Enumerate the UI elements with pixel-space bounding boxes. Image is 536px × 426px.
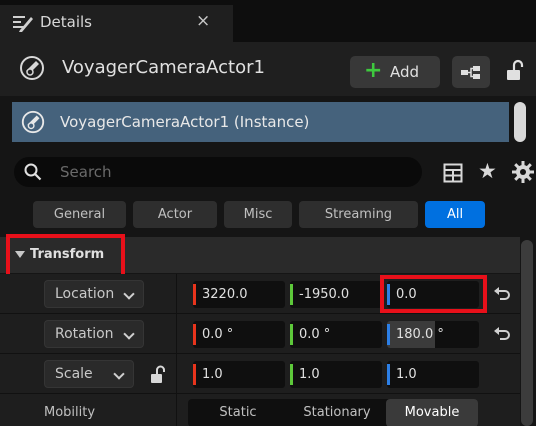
blueprint-button[interactable] — [452, 56, 490, 88]
chevron-down-icon — [123, 328, 135, 340]
location-y-field[interactable]: -1950.0 — [290, 281, 382, 308]
actor-header: VoyagerCameraActor1 + Add — [0, 42, 536, 96]
search-icon — [24, 163, 42, 181]
rotation-row: Rotation 0.0 ° 0.0 ° 180.0 ° — [0, 314, 520, 354]
scale-dropdown[interactable]: Scale — [44, 360, 134, 388]
mobility-movable[interactable]: Movable — [386, 399, 478, 426]
rotation-z-field[interactable]: 180.0 ° — [387, 321, 479, 348]
camera-actor-icon — [21, 110, 45, 134]
filter-misc[interactable]: Misc — [224, 201, 292, 228]
add-label: Add — [390, 63, 420, 81]
column-divider — [176, 354, 177, 394]
actor-name: VoyagerCameraActor1 — [62, 57, 265, 78]
reset-to-default-icon[interactable] — [492, 325, 512, 345]
tab-details[interactable]: Details × — [0, 5, 233, 42]
rotation-y-field[interactable]: 0.0 ° — [290, 321, 382, 348]
blueprint-hierarchy-icon — [461, 66, 480, 79]
component-list-scrollbar[interactable] — [514, 102, 526, 142]
add-component-button[interactable]: + Add — [350, 56, 440, 88]
filter-streaming[interactable]: Streaming — [299, 201, 418, 228]
reset-to-default-icon[interactable] — [492, 285, 512, 305]
filter-general[interactable]: General — [33, 201, 126, 228]
scale-y-field[interactable]: 1.0 — [290, 361, 382, 388]
plus-icon: + — [364, 58, 383, 83]
scale-z-field[interactable]: 1.0 — [387, 361, 479, 388]
component-name: VoyagerCameraActor1 (Instance) — [60, 113, 310, 131]
close-icon[interactable]: × — [196, 11, 210, 31]
location-x-field[interactable]: 3220.0 — [193, 281, 285, 308]
filter-all[interactable]: All — [425, 201, 485, 228]
search-placeholder: Search — [60, 163, 112, 181]
mobility-static[interactable]: Static — [188, 399, 288, 426]
details-icon — [13, 16, 33, 32]
filter-actor[interactable]: Actor — [133, 201, 217, 228]
camera-actor-icon — [20, 56, 44, 80]
unlock-icon[interactable] — [148, 364, 168, 386]
column-divider — [176, 314, 177, 354]
mobility-row: Mobility Static Stationary Movable — [0, 394, 520, 426]
mobility-label: Mobility — [44, 405, 96, 420]
chevron-down-icon — [113, 368, 125, 380]
rotation-dropdown[interactable]: Rotation — [44, 320, 144, 348]
rotation-x-field[interactable]: 0.0 ° — [193, 321, 285, 348]
location-dropdown[interactable]: Location — [44, 280, 144, 308]
gear-icon[interactable] — [511, 160, 535, 184]
column-divider — [176, 274, 177, 314]
column-divider — [176, 394, 177, 426]
tab-title: Details — [40, 13, 93, 31]
selected-component-row[interactable]: VoyagerCameraActor1 (Instance) — [12, 102, 509, 142]
tab-strip: Details × — [0, 0, 536, 42]
search-input[interactable]: Search — [14, 157, 422, 187]
scale-row: Scale 1.0 1.0 1.0 — [0, 354, 520, 394]
mobility-selector: Static Stationary Movable — [188, 399, 478, 426]
table-view-icon[interactable] — [443, 163, 463, 183]
mobility-stationary[interactable]: Stationary — [288, 399, 386, 426]
lock-button[interactable] — [500, 56, 530, 88]
favorites-star-icon[interactable]: ★ — [478, 158, 502, 184]
location-z-highlight-box — [380, 275, 487, 313]
details-scrollbar-thumb[interactable] — [521, 240, 533, 426]
transform-highlight-box — [6, 234, 125, 278]
chevron-down-icon — [123, 288, 135, 300]
unlock-icon — [507, 59, 524, 80]
scale-x-field[interactable]: 1.0 — [193, 361, 285, 388]
